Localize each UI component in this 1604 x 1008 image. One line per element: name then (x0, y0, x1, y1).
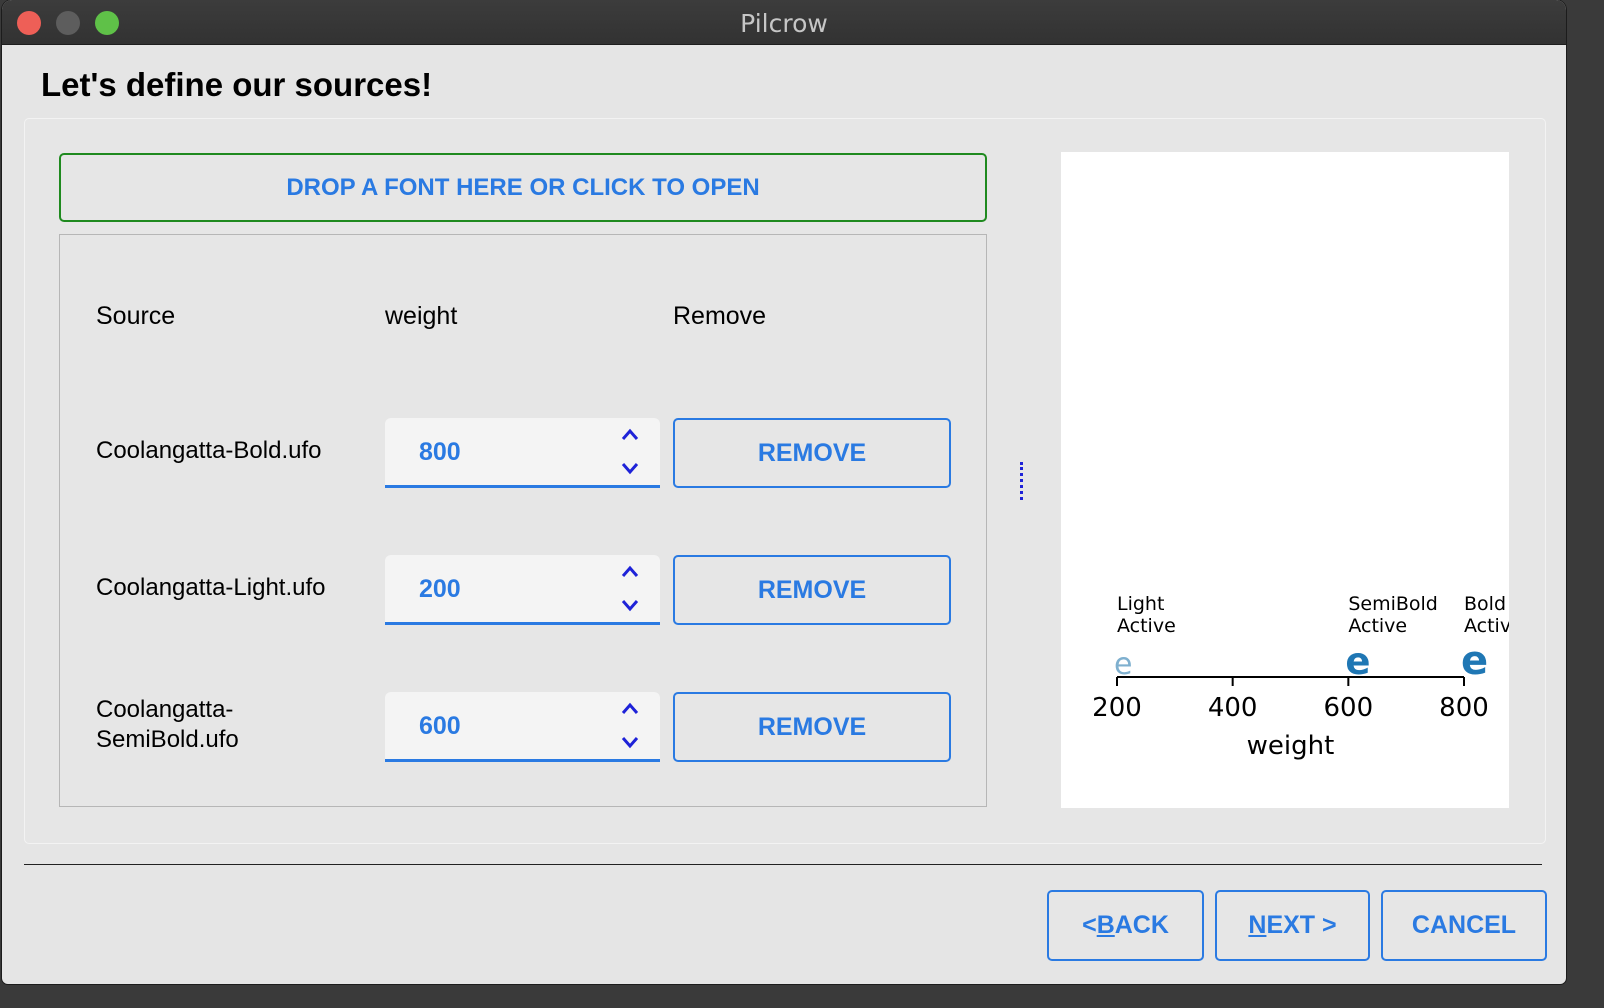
cancel-button[interactable]: CANCEL (1381, 890, 1547, 961)
remove-button-label: REMOVE (757, 712, 867, 741)
weight-spinbox[interactable]: 800 (385, 418, 660, 488)
chevron-down-icon[interactable] (617, 457, 643, 479)
source-name-line: Coolangatta- (96, 696, 234, 723)
x-tick-label: 800 (1439, 693, 1489, 723)
weight-spinbox[interactable]: 600 (385, 692, 660, 762)
remove-source-button[interactable]: REMOVE (673, 418, 951, 488)
source-name-line: Coolangatta-Bold.ufo (96, 437, 322, 464)
source-name-line: SemiBold.ufo (96, 726, 239, 753)
weight-axis-chart: 200 400 600 800weighteLightActiveeSemiBoldA… (1092, 593, 1509, 761)
remove-source-button[interactable]: REMOVE (673, 692, 951, 762)
glyph-marker: e (1114, 647, 1132, 682)
chevron-up-icon[interactable] (617, 699, 643, 721)
back-prefix: < (1082, 911, 1097, 939)
instance-name-label: Light (1117, 593, 1164, 615)
chevron-down-icon[interactable] (617, 731, 643, 753)
designspace-plot: 200 400 600 800 weight e Light Active e SemiBold A… (1061, 152, 1509, 808)
glyph-marker: e (1345, 640, 1370, 683)
instance-status-label: Active (1117, 615, 1176, 637)
font-drop-zone[interactable]: DROP A FONT HERE OR CLICK TO OPEN (59, 153, 987, 222)
x-tick-label: 200 (1092, 693, 1142, 723)
next-label: EXT > (1266, 911, 1337, 939)
splitter-handle[interactable] (1020, 462, 1031, 500)
x-tick-label: 400 (1208, 693, 1258, 723)
glyph-marker: e (1461, 638, 1488, 684)
weight-value[interactable]: 200 (419, 575, 461, 604)
title-bar: Pilcrow (2, 0, 1566, 45)
instance-status-label: Activ (1464, 615, 1509, 637)
remove-button-label: REMOVE (757, 575, 867, 604)
next-mnemonic: N (1248, 911, 1267, 939)
weight-value[interactable]: 800 (419, 438, 461, 467)
source-name: Coolangatta-Bold.ufo (96, 436, 322, 466)
window-title: Pilcrow (740, 9, 828, 38)
app-window: Pilcrow Let's define our sources! DROP A… (2, 0, 1566, 984)
x-axis-label: weight (1247, 731, 1335, 761)
back-label: ACK (1114, 911, 1169, 939)
source-name-line: Coolangatta-Light.ufo (96, 574, 326, 601)
source-name: Coolangatta-Light.ufo (96, 573, 326, 603)
chevron-down-icon[interactable] (617, 594, 643, 616)
page-title: Let's define our sources! (41, 66, 433, 103)
chevron-up-icon[interactable] (617, 425, 643, 447)
weight-column-header: weight (385, 302, 458, 330)
back-button[interactable]: < B ACK (1047, 890, 1204, 961)
back-mnemonic: B (1096, 911, 1115, 939)
cancel-label: CANCEL (1411, 911, 1517, 939)
next-button[interactable]: N EXT > (1215, 890, 1370, 961)
source-column-header: Source (96, 302, 176, 330)
remove-button-label: REMOVE (757, 438, 867, 467)
instance-name-label: Bold (1464, 593, 1506, 615)
instance-status-label: Active (1348, 615, 1407, 637)
instance-name-label: SemiBold (1348, 593, 1438, 615)
source-name: Coolangatta- SemiBold.ufo (96, 695, 239, 755)
footer-separator (24, 864, 1542, 865)
chevron-up-icon[interactable] (617, 562, 643, 584)
drop-zone-label: DROP A FONT HERE OR CLICK TO OPEN (286, 173, 760, 201)
weight-spinbox[interactable]: 200 (385, 555, 660, 625)
weight-value[interactable]: 600 (419, 712, 461, 741)
remove-source-button[interactable]: REMOVE (673, 555, 951, 625)
x-tick-label: 600 (1324, 693, 1374, 723)
remove-column-header: Remove (673, 302, 767, 330)
